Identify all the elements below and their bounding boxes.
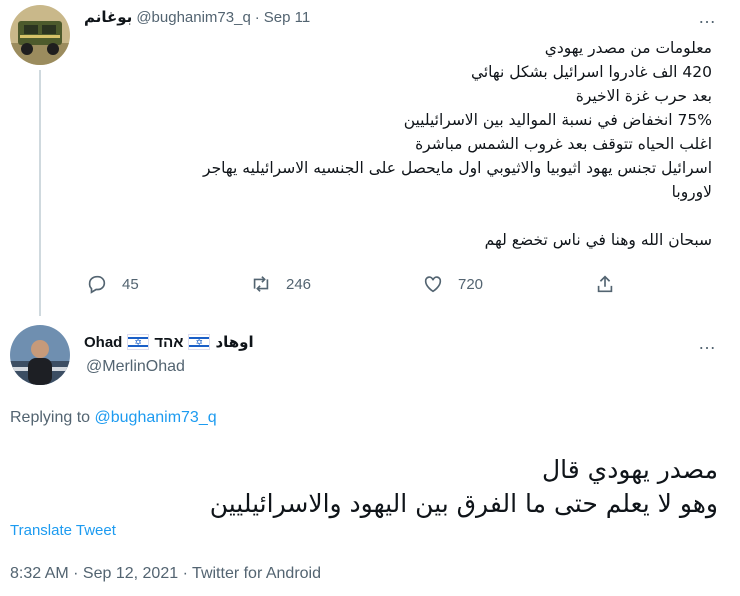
reply-text-line: وهو لا يعلم حتى ما الفرق بين اليهود والا… [209,489,718,518]
retweet-icon [253,276,269,292]
avatar-bughanim[interactable] [10,5,70,65]
tweet-text-line: سبحان الله وهنا في ناس تخضع لهم [484,231,712,249]
tweet-text-line: اسرائيل تجنس يهود اثيوبيا والاثيوبي اول … [203,159,712,177]
replying-to-label: Replying to [10,409,91,426]
handle[interactable]: @MerlinOhad [86,358,185,376]
avatar-ohad[interactable] [10,325,70,385]
display-name[interactable]: Ohad [84,334,122,351]
tweet-text-line: بعد حرب غزة الاخيرة [575,87,712,105]
reply-icon [88,275,106,294]
share-button[interactable] [594,273,616,295]
thread-connector-line [39,70,41,316]
like-count: 720 [458,275,484,293]
reply-button[interactable]: 45 [86,273,139,295]
display-name-arabic[interactable]: اوهاد [215,333,253,351]
display-name-hebrew[interactable]: אהד [154,334,183,351]
tweet-date[interactable]: Sep 11 [264,9,310,26]
replying-to-handle[interactable]: @bughanim73_q [95,409,217,426]
reply-text-line: مصدر يهودي قال [542,455,718,484]
translate-tweet-link[interactable]: Translate Tweet [10,522,116,539]
handle[interactable]: @bughanim73_q [136,9,250,26]
like-icon [424,276,442,293]
tweet-text-line: اغلب الحياه تتوقف بعد غروب الشمس مباشرة [415,135,712,153]
israel-flag-icon: ✡ [188,334,211,350]
more-icon[interactable]: … [698,334,717,352]
tweet-text-line: 420 الف غادروا اسرائيل بشكل نهائي [470,63,712,81]
reply-count: 45 [122,275,139,293]
tweet-text-line: معلومات من مصدر يهودي [544,39,712,57]
israel-flag-icon: ✡ [127,334,150,350]
share-icon [597,275,613,293]
tweet-timestamp[interactable]: 8:32 AM · Sep 12, 2021 · Twitter for And… [10,565,321,583]
tweet-text-line: لاوروبا [671,183,712,201]
retweet-count: 246 [286,275,312,293]
tweet-text-line: 75% انخفاض في نسبة المواليد بين الاسرائي… [403,111,712,129]
like-button[interactable]: 720 [422,273,483,295]
more-icon[interactable]: … [698,8,717,26]
separator-dot: · [254,8,260,26]
display-name[interactable]: بوغانم [84,8,132,26]
retweet-button[interactable]: 246 [250,273,311,295]
